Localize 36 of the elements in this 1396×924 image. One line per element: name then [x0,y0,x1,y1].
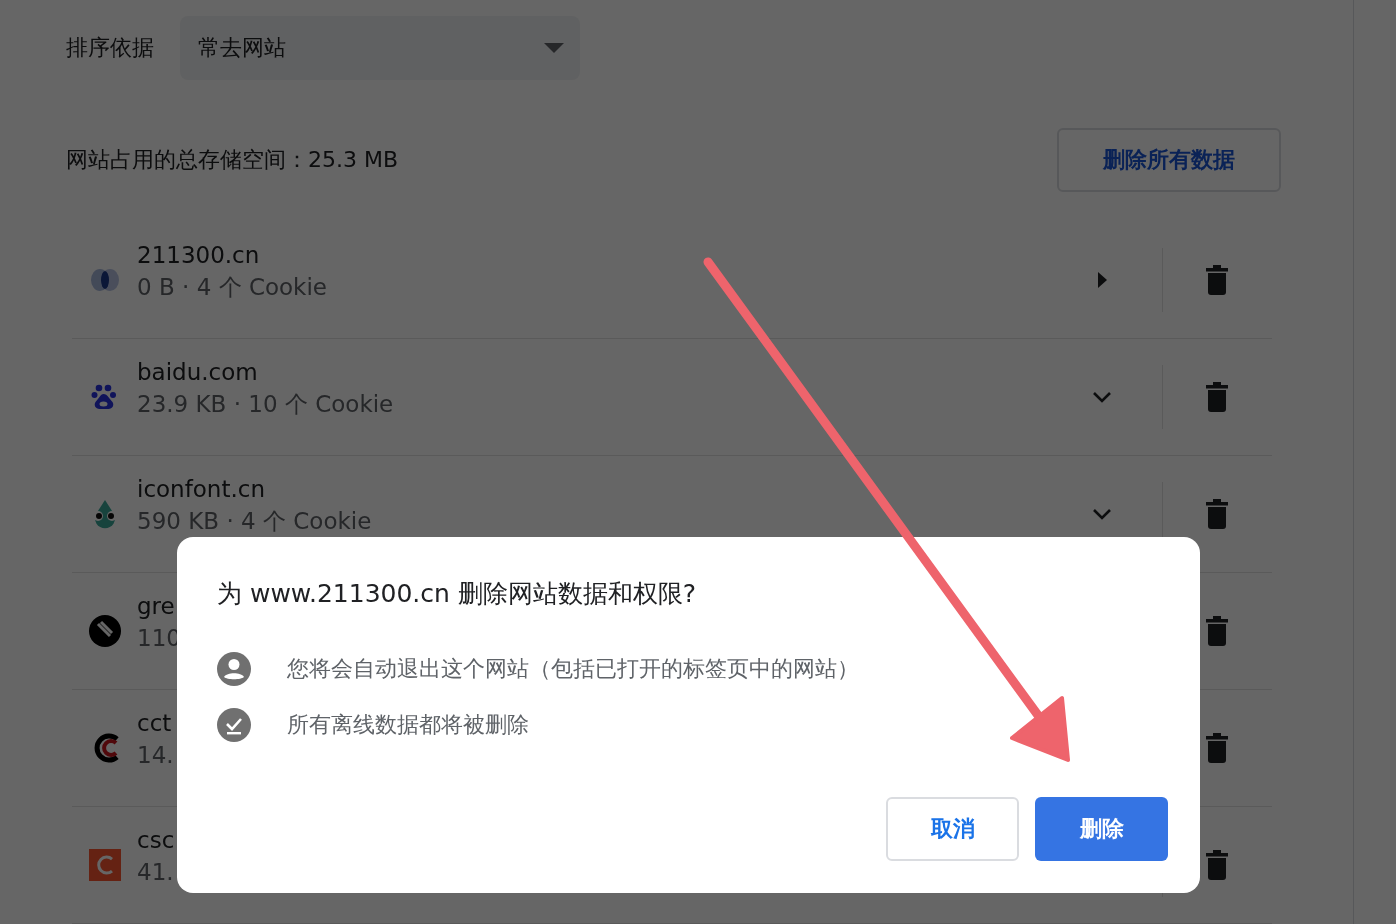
cancel-button[interactable]: 取消 [886,797,1019,861]
site-name: 211300.cn [137,242,260,270]
delete-all-button[interactable]: 删除所有数据 [1057,128,1281,192]
trash-icon[interactable] [1206,733,1228,763]
site-favicon-icon [88,849,121,881]
site-name: iconfont.cn [137,476,265,504]
site-detail: 14. [137,742,174,770]
sort-dropdown[interactable]: 常去网站 [180,16,580,80]
trash-icon[interactable] [1206,499,1228,529]
site-detail: 590 KB · 4 个 Cookie [137,508,372,536]
site-detail: 0 B · 4 个 Cookie [137,274,327,302]
trash-icon[interactable] [1206,265,1228,295]
site-favicon-icon [88,615,121,647]
trash-icon[interactable] [1206,382,1228,412]
site-favicon-icon [88,267,121,293]
chevron-down-icon[interactable] [1092,391,1112,403]
caret-icon [544,43,564,53]
offline-check-icon [217,708,251,742]
chevron-down-icon[interactable] [1092,508,1112,520]
account-icon [217,652,251,686]
expand-arrow-icon[interactable] [1097,272,1107,288]
site-name: baidu.com [137,359,258,387]
sort-label: 排序依据 [66,34,154,62]
site-name: csc [137,827,175,855]
site-detail: 23.9 KB · 10 个 Cookie [137,391,394,419]
dialog-message: 所有离线数据都将被删除 [287,711,529,739]
site-name: gre [137,593,175,621]
site-name: cct [137,710,172,738]
storage-total-text: 网站占用的总存储空间：25.3 MB [66,146,399,174]
delete-button[interactable]: 删除 [1035,797,1168,861]
trash-icon[interactable] [1206,616,1228,646]
dialog-title: 为 www.211300.cn 删除网站数据和权限? [217,578,698,610]
site-detail: 41. [137,859,174,887]
trash-icon[interactable] [1206,850,1228,880]
dialog-message: 您将会自动退出这个网站（包括已打开的标签页中的网站） [287,655,859,683]
paw-icon [90,383,119,411]
